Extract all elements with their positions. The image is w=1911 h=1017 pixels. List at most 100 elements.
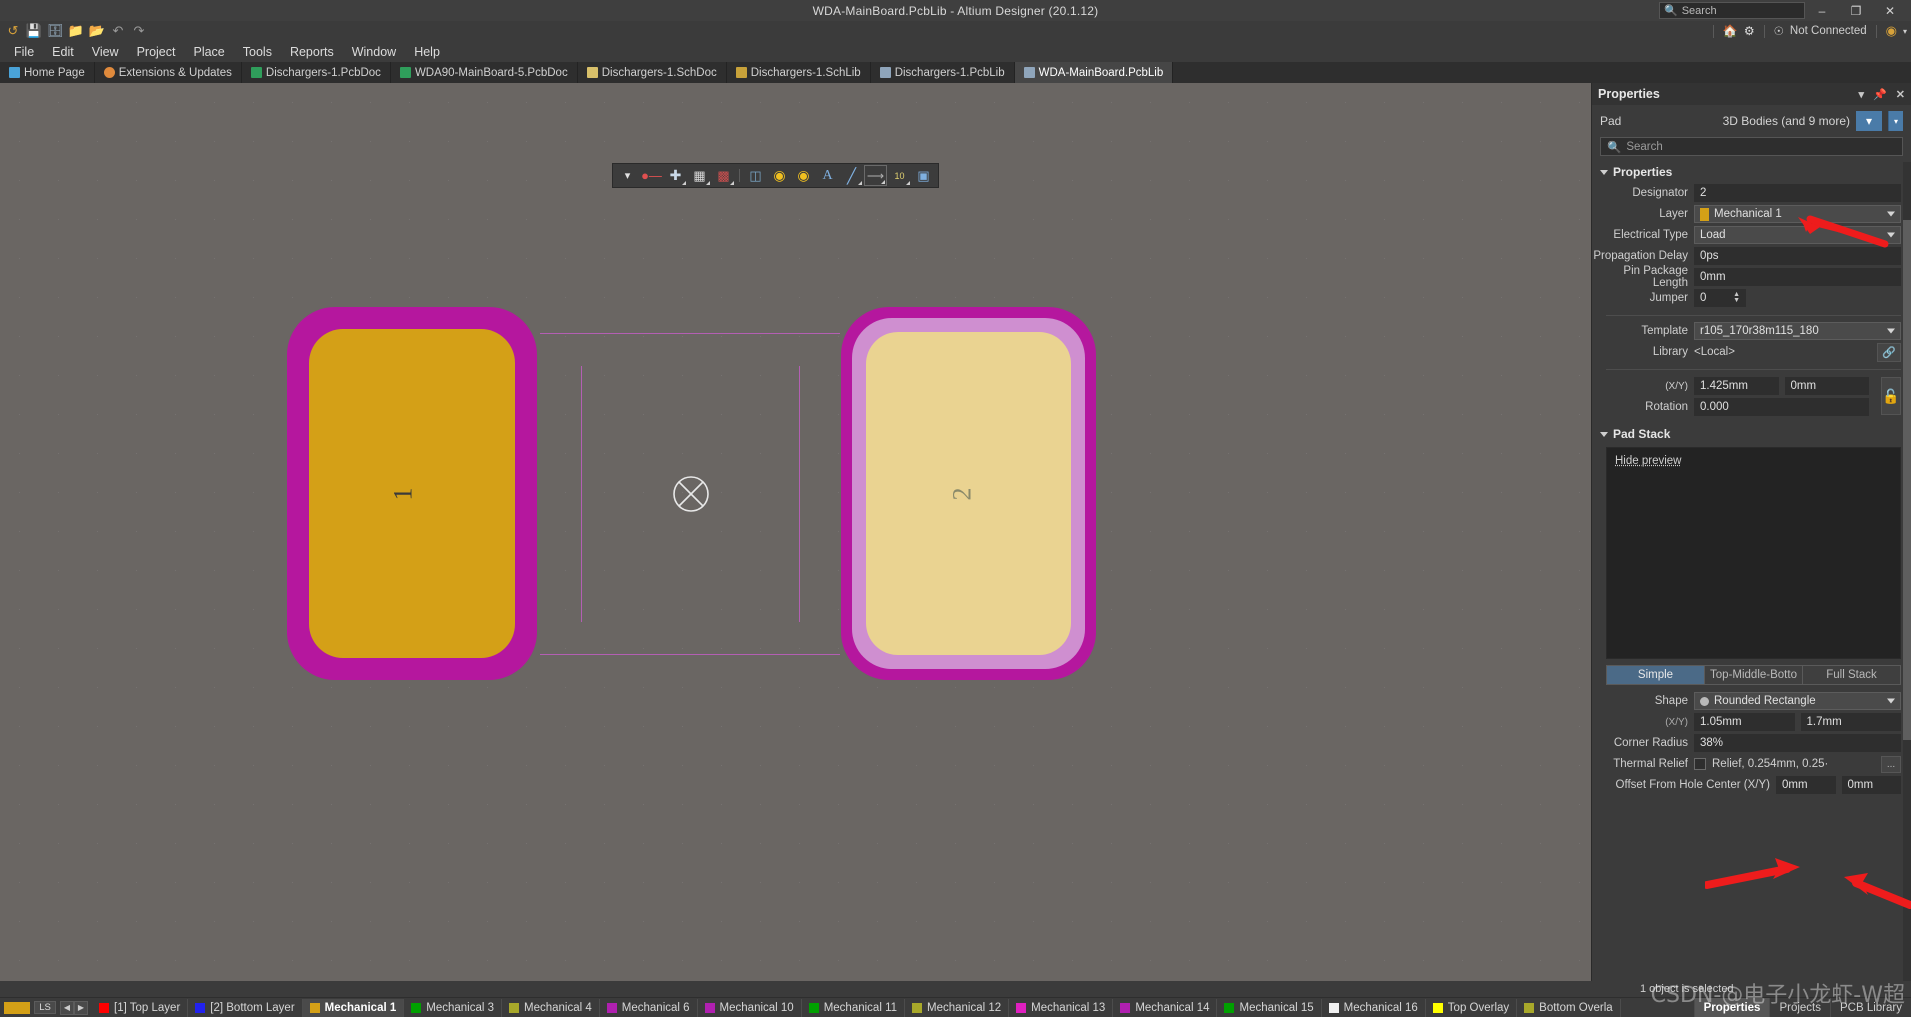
tab-full-stack[interactable]: Full Stack bbox=[1803, 666, 1900, 684]
pad-size-x-input[interactable]: 1.05mm bbox=[1694, 713, 1795, 731]
doctab-wda-mainboard-pcblib[interactable]: WDA-MainBoard.PcbLib bbox=[1015, 62, 1174, 83]
position-x-input[interactable]: 1.425mm bbox=[1694, 377, 1779, 395]
layer-tab-bottom-layer[interactable]: [2] Bottom Layer bbox=[188, 999, 302, 1017]
menu-reports[interactable]: Reports bbox=[281, 43, 343, 61]
layer-tab-mechanical-1[interactable]: Mechanical 1 bbox=[303, 999, 405, 1017]
align-icon[interactable]: ▩ bbox=[712, 165, 735, 186]
pin-package-length-input[interactable]: 0mm bbox=[1694, 268, 1901, 286]
doctab-dischargers-1-pcblib[interactable]: Dischargers-1.PcbLib bbox=[871, 62, 1015, 83]
layer-tab-bottom-overlay[interactable]: Bottom Overla bbox=[1517, 999, 1621, 1017]
thermal-relief-checkbox[interactable] bbox=[1694, 758, 1706, 770]
pad-1[interactable]: 1 bbox=[287, 307, 537, 680]
history-icon[interactable]: ↺ bbox=[4, 23, 22, 40]
account-chevron-down-icon[interactable]: ▾ bbox=[1903, 27, 1907, 36]
minimize-button[interactable]: – bbox=[1805, 0, 1839, 21]
text-icon[interactable]: A bbox=[816, 165, 839, 186]
layer-tab-mechanical-12[interactable]: Mechanical 12 bbox=[905, 999, 1009, 1017]
open-icon[interactable]: 📁 bbox=[67, 23, 85, 40]
redo-icon[interactable]: ↷ bbox=[130, 23, 148, 40]
via-icon[interactable]: ◉ bbox=[768, 165, 791, 186]
layer-tab-top-layer[interactable]: [1] Top Layer bbox=[92, 999, 188, 1017]
account-icon[interactable]: ◉ bbox=[1886, 23, 1897, 39]
template-combo[interactable]: r105_170r38m115_180 bbox=[1694, 322, 1901, 340]
thermal-relief-more-button[interactable]: ... bbox=[1881, 756, 1901, 773]
doctab-home-page[interactable]: Home Page bbox=[0, 62, 95, 83]
filter-dropdown-chevron-down-icon[interactable]: ▾ bbox=[1888, 111, 1903, 131]
menu-help[interactable]: Help bbox=[405, 43, 449, 61]
polygon-icon[interactable]: ▣ bbox=[912, 165, 935, 186]
panel-tab-pcb-library[interactable]: PCB Library bbox=[1830, 998, 1911, 1017]
hide-preview-link[interactable]: Hide preview bbox=[1615, 455, 1681, 467]
layer-tab-mechanical-6[interactable]: Mechanical 6 bbox=[600, 999, 698, 1017]
doctab-extensions-updates[interactable]: Extensions & Updates bbox=[95, 62, 242, 83]
menu-project[interactable]: Project bbox=[128, 43, 185, 61]
filter-icon[interactable]: ▾ bbox=[616, 165, 639, 186]
maximize-button[interactable]: ❐ bbox=[1839, 0, 1873, 21]
panel-tab-projects[interactable]: Projects bbox=[1769, 998, 1830, 1017]
section-properties-header[interactable]: Properties bbox=[1592, 162, 1911, 182]
layer-tab-mechanical-14[interactable]: Mechanical 14 bbox=[1113, 999, 1217, 1017]
position-y-input[interactable]: 0mm bbox=[1785, 377, 1870, 395]
offset-hole-x-input[interactable]: 0mm bbox=[1776, 776, 1836, 794]
panel-tab-properties[interactable]: Properties bbox=[1694, 998, 1770, 1017]
close-icon[interactable]: ✕ bbox=[1896, 88, 1905, 101]
properties-search-input[interactable]: 🔍 Search bbox=[1600, 137, 1903, 156]
shape-combo[interactable]: Rounded Rectangle bbox=[1694, 692, 1901, 710]
doctab-dischargers-1-schdoc[interactable]: Dischargers-1.SchDoc bbox=[578, 62, 727, 83]
layer-tab-mechanical-11[interactable]: Mechanical 11 bbox=[802, 999, 905, 1017]
undo-icon[interactable]: ↶ bbox=[109, 23, 127, 40]
propagation-delay-input[interactable]: 0ps bbox=[1694, 247, 1901, 265]
select-region-icon[interactable]: ▦ bbox=[688, 165, 711, 186]
line-icon[interactable]: ╱ bbox=[840, 165, 863, 186]
electrical-type-combo[interactable]: Load bbox=[1694, 226, 1901, 244]
doctab-wda90-mainboard-5-pcbdoc[interactable]: WDA90-MainBoard-5.PcbDoc bbox=[391, 62, 578, 83]
properties-scrollbar-thumb[interactable] bbox=[1903, 220, 1911, 740]
home-icon[interactable]: 🏠 bbox=[1723, 24, 1738, 38]
filter-icon[interactable]: ▾ bbox=[1856, 111, 1882, 131]
coordinate-icon[interactable]: 10 bbox=[888, 165, 911, 186]
layer-tab-mechanical-13[interactable]: Mechanical 13 bbox=[1009, 999, 1113, 1017]
menu-window[interactable]: Window bbox=[343, 43, 405, 61]
layer-combo[interactable]: Mechanical 1 bbox=[1694, 205, 1901, 223]
tab-simple[interactable]: Simple bbox=[1607, 666, 1705, 684]
chevron-down-icon[interactable]: ▾ bbox=[1859, 88, 1865, 101]
pad-2[interactable]: 2 bbox=[841, 307, 1096, 680]
dimension-icon[interactable]: ⟶ bbox=[864, 165, 887, 186]
layer-tab-mechanical-16[interactable]: Mechanical 16 bbox=[1322, 999, 1426, 1017]
section-pad-stack-header[interactable]: Pad Stack bbox=[1592, 424, 1911, 444]
pad-icon[interactable]: ◉ bbox=[792, 165, 815, 186]
close-button[interactable]: ✕ bbox=[1873, 0, 1907, 21]
save-all-icon[interactable]: 🗄 bbox=[46, 23, 64, 40]
properties-scrollbar[interactable] bbox=[1903, 162, 1911, 981]
menu-place[interactable]: Place bbox=[184, 43, 233, 61]
corner-radius-input[interactable]: 38% bbox=[1694, 734, 1901, 752]
offset-hole-y-input[interactable]: 0mm bbox=[1842, 776, 1902, 794]
link-icon[interactable]: 🔗 bbox=[1877, 343, 1901, 362]
gear-icon[interactable]: ⚙ bbox=[1744, 24, 1755, 38]
designator-input[interactable]: 2 bbox=[1694, 184, 1901, 202]
global-search-input[interactable]: 🔍 Search bbox=[1659, 2, 1805, 19]
menu-file[interactable]: File bbox=[5, 43, 43, 61]
jumper-stepper[interactable]: 0 ▲ ▼ bbox=[1694, 289, 1746, 307]
layer-prev-button[interactable]: ◀ bbox=[60, 1001, 74, 1015]
menu-view[interactable]: View bbox=[83, 43, 128, 61]
doctab-dischargers-1-schlib[interactable]: Dischargers-1.SchLib bbox=[727, 62, 871, 83]
pad-size-y-input[interactable]: 1.7mm bbox=[1801, 713, 1902, 731]
menu-edit[interactable]: Edit bbox=[43, 43, 83, 61]
layer-tab-top-overlay[interactable]: Top Overlay bbox=[1426, 999, 1517, 1017]
layer-next-button[interactable]: ▶ bbox=[74, 1001, 88, 1015]
open-project-icon[interactable]: 📂 bbox=[88, 23, 106, 40]
layer-tab-mechanical-3[interactable]: Mechanical 3 bbox=[404, 999, 502, 1017]
save-icon[interactable]: 💾 bbox=[25, 23, 43, 40]
layer-tab-mechanical-15[interactable]: Mechanical 15 bbox=[1217, 999, 1321, 1017]
layer-tab-mechanical-4[interactable]: Mechanical 4 bbox=[502, 999, 600, 1017]
crosshair-place-icon[interactable]: ✚ bbox=[664, 165, 687, 186]
magnet-snap-icon[interactable]: ●— bbox=[640, 165, 663, 186]
layer-tab-mechanical-10[interactable]: Mechanical 10 bbox=[698, 999, 802, 1017]
layer-sets-button[interactable]: LS bbox=[34, 1001, 56, 1014]
pcb-canvas[interactable]: ▾ ●— ✚ ▦ ▩ ◫ ◉ ◉ A ╱ ⟶ 10 ▣ 1 2 bbox=[0, 83, 1591, 981]
pin-icon[interactable]: 📌 bbox=[1873, 88, 1887, 101]
unlock-icon[interactable]: 🔓 bbox=[1881, 377, 1901, 415]
rotation-input[interactable]: 0.000 bbox=[1694, 398, 1869, 416]
doctab-dischargers-1-pcbdoc[interactable]: Dischargers-1.PcbDoc bbox=[242, 62, 391, 83]
